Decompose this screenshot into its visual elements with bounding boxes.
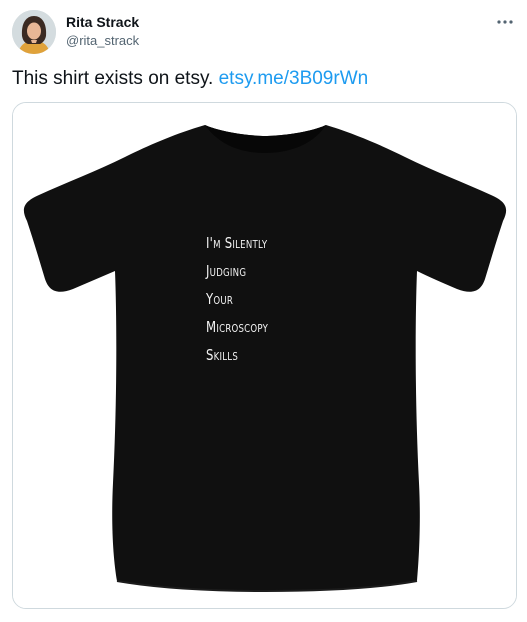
shirt-line: Skills: [206, 346, 239, 364]
avatar-image: [12, 10, 56, 54]
tweet-header: Rita Strack @rita_strack: [12, 8, 515, 56]
tweet-link[interactable]: etsy.me/3B09rWn: [219, 68, 369, 89]
shirt-line: Microscopy: [206, 318, 269, 336]
tweet-body: This shirt exists on etsy.: [12, 68, 214, 89]
shirt-slogan: I'm Silently Judging Your Microscopy Ski…: [206, 229, 286, 369]
shirt-line: Judging: [206, 262, 247, 280]
shirt-line: I'm Silently: [206, 234, 268, 252]
more-options-button[interactable]: [495, 12, 515, 32]
author-handle[interactable]: @rita_strack: [66, 32, 139, 50]
tweet-text: This shirt exists on etsy. etsy.me/3B09r…: [12, 66, 515, 92]
more-horizontal-icon: [497, 20, 513, 24]
tweet-media[interactable]: I'm Silently Judging Your Microscopy Ski…: [12, 102, 517, 609]
shirt-line: Your: [206, 290, 234, 308]
avatar[interactable]: [12, 10, 56, 54]
author-name[interactable]: Rita Strack: [66, 13, 139, 31]
